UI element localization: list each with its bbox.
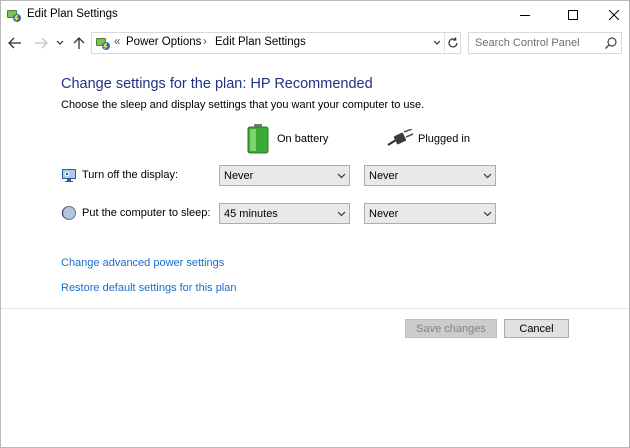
sleep-battery-value: 45 minutes xyxy=(224,207,278,220)
forward-button[interactable] xyxy=(32,34,50,52)
display-off-label: Turn off the display: xyxy=(82,169,178,181)
up-button[interactable] xyxy=(70,34,88,52)
chevron-down-icon xyxy=(479,166,495,185)
page-subtitle: Choose the sleep and display settings th… xyxy=(61,99,425,111)
chevron-down-icon xyxy=(333,166,349,185)
column-on-battery: On battery xyxy=(277,133,329,145)
address-history-button[interactable] xyxy=(430,33,444,53)
display-plugged-value: Never xyxy=(369,169,399,182)
battery-icon xyxy=(247,124,269,157)
refresh-icon xyxy=(447,37,458,48)
sleep-plugged-value: Never xyxy=(369,207,399,220)
title-bar: Edit Plan Settings xyxy=(1,1,629,29)
moon-icon xyxy=(61,205,77,221)
save-changes-button[interactable]: Save changes xyxy=(405,319,497,338)
monitor-icon xyxy=(61,167,77,183)
close-icon xyxy=(609,10,619,20)
minimize-icon xyxy=(520,15,530,16)
divider xyxy=(1,308,629,309)
breadcrumb-edit-plan-settings[interactable]: Edit Plan Settings xyxy=(215,36,306,48)
breadcrumb-separator[interactable]: › xyxy=(203,36,207,48)
chevron-down-icon xyxy=(433,40,441,45)
cancel-button[interactable]: Cancel xyxy=(504,319,569,338)
arrow-right-icon xyxy=(35,37,48,49)
chevron-down-icon xyxy=(479,204,495,223)
minimize-button[interactable] xyxy=(505,1,545,29)
search-icon[interactable] xyxy=(604,36,618,50)
plug-icon xyxy=(386,128,414,150)
sleep-label: Put the computer to sleep: xyxy=(82,207,211,219)
recent-locations-button[interactable] xyxy=(53,34,67,52)
search-input[interactable] xyxy=(469,33,599,53)
column-plugged-in: Plugged in xyxy=(418,133,470,145)
sleep-plugged-select[interactable]: Never xyxy=(364,203,496,224)
power-plan-icon xyxy=(6,7,22,23)
power-plan-icon xyxy=(95,35,111,51)
display-battery-value: Never xyxy=(224,169,254,182)
window-title: Edit Plan Settings xyxy=(27,8,118,20)
maximize-icon xyxy=(568,10,578,20)
breadcrumb-overflow[interactable]: « xyxy=(114,36,120,48)
refresh-button[interactable] xyxy=(444,33,460,53)
display-plugged-select[interactable]: Never xyxy=(364,165,496,186)
display-battery-select[interactable]: Never xyxy=(219,165,350,186)
sleep-battery-select[interactable]: 45 minutes xyxy=(219,203,350,224)
chevron-down-icon xyxy=(333,204,349,223)
navigation-bar: « Power Options › Edit Plan Settings xyxy=(1,29,629,57)
arrow-up-icon xyxy=(73,37,85,49)
address-bar[interactable]: « Power Options › Edit Plan Settings xyxy=(91,32,461,54)
restore-defaults-link[interactable]: Restore default settings for this plan xyxy=(61,282,236,294)
back-button[interactable] xyxy=(6,34,24,52)
search-box[interactable] xyxy=(468,32,622,54)
maximize-button[interactable] xyxy=(553,1,593,29)
breadcrumb-power-options[interactable]: Power Options xyxy=(126,36,201,48)
page-title: Change settings for the plan: HP Recomme… xyxy=(61,76,373,92)
chevron-down-icon xyxy=(56,40,64,45)
advanced-power-settings-link[interactable]: Change advanced power settings xyxy=(61,257,224,269)
arrow-left-icon xyxy=(8,37,21,49)
close-button[interactable] xyxy=(594,1,630,29)
edit-plan-settings-window: Edit Plan Settings « Power Options › Edi… xyxy=(0,0,630,448)
